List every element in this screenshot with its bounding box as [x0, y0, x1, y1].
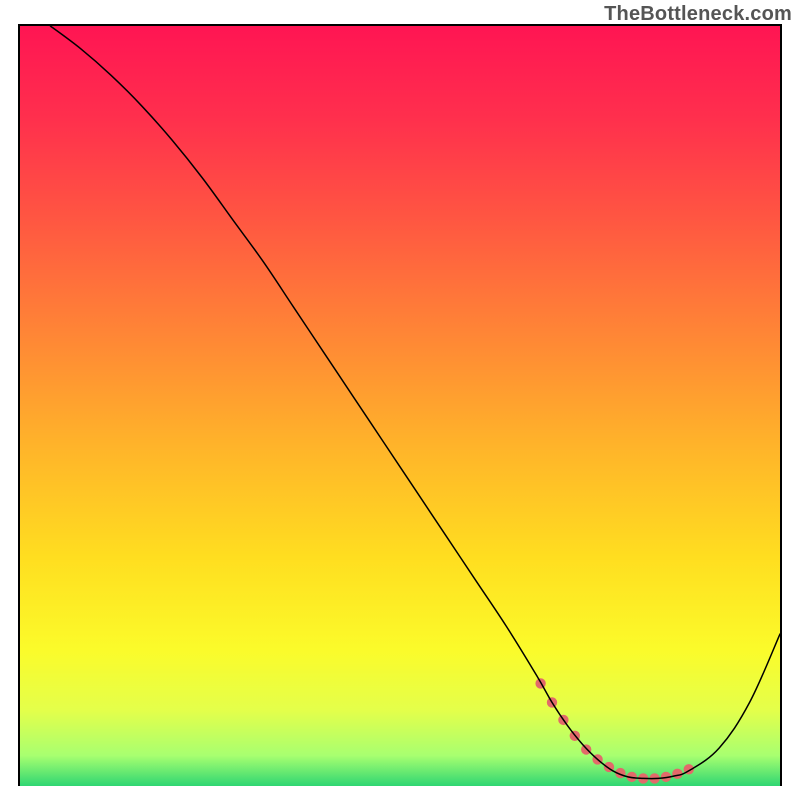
attribution-label: TheBottleneck.com [604, 3, 792, 26]
gradient-background [20, 26, 780, 786]
chart-stage: TheBottleneck.com [0, 0, 800, 800]
chart-svg [20, 26, 780, 786]
plot-area [18, 24, 782, 786]
